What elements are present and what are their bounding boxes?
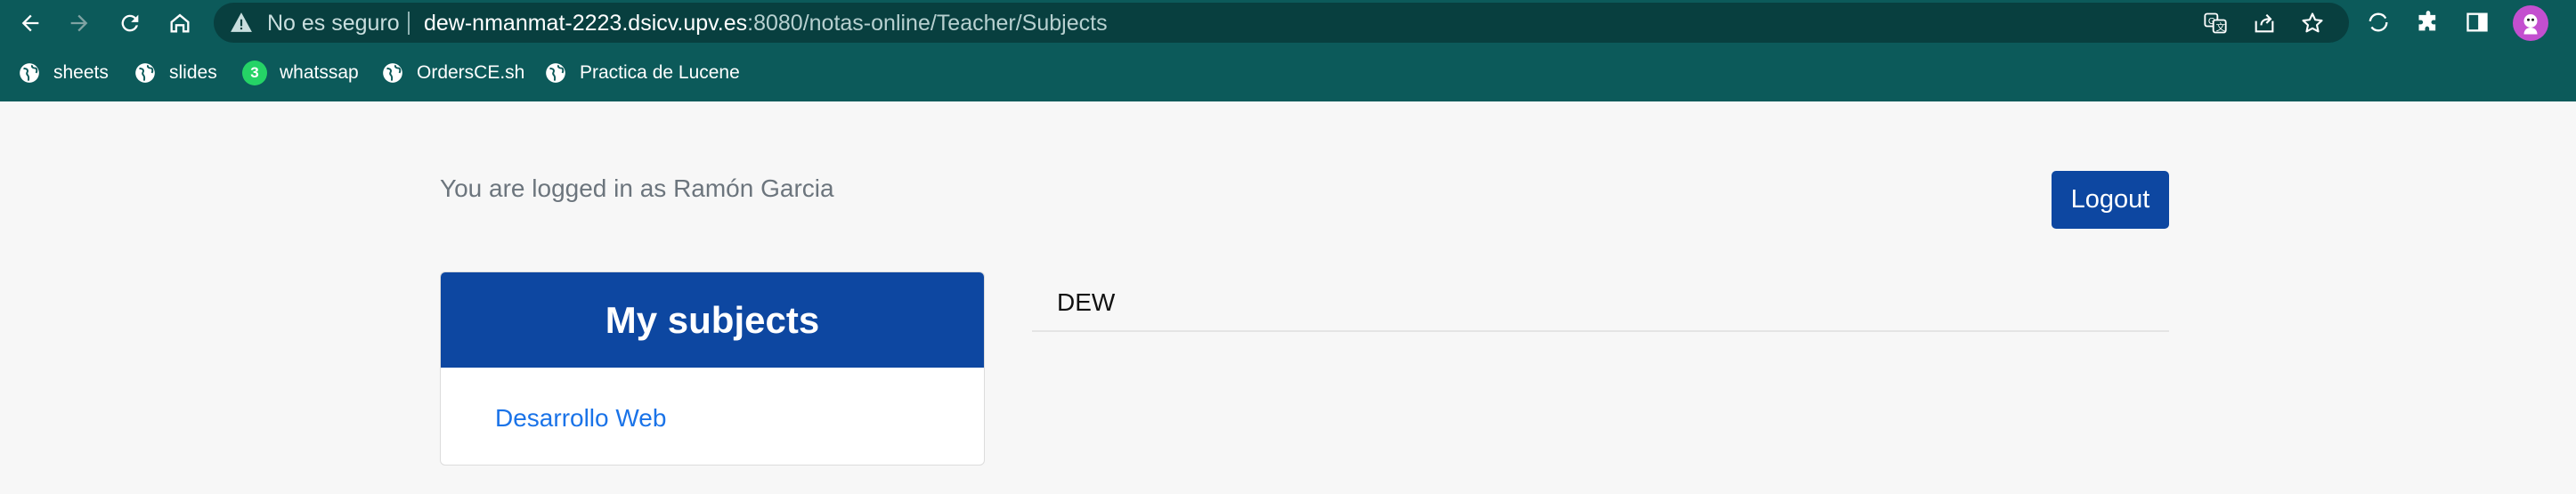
globe-icon — [134, 61, 157, 85]
reload-icon[interactable] — [114, 7, 146, 39]
bookmark-sheets[interactable]: sheets — [18, 59, 109, 87]
tab-dew[interactable]: DEW — [1057, 288, 1115, 317]
browser-toolbar: No es seguro dew-nmanmat-2223.dsicv.upv.… — [0, 0, 2576, 101]
url-host: dew-nmanmat-2223.dsicv.upv.es — [424, 11, 748, 36]
sync-icon[interactable] — [2364, 8, 2393, 36]
address-bar[interactable]: No es seguro dew-nmanmat-2223.dsicv.upv.… — [214, 3, 2349, 43]
bookmark-slides[interactable]: slides — [134, 59, 217, 87]
url-path: :8080/notas-online/Teacher/Subjects — [747, 11, 1108, 36]
whatsapp-icon: 3 — [242, 61, 267, 85]
subject-link-desarrollo-web[interactable]: Desarrollo Web — [495, 404, 666, 433]
home-icon[interactable] — [164, 7, 196, 39]
extensions-icon[interactable] — [2414, 8, 2442, 36]
url-text[interactable]: dew-nmanmat-2223.dsicv.upv.es:8080/notas… — [424, 11, 1108, 36]
warning-icon[interactable] — [230, 12, 253, 33]
tab-divider — [1032, 330, 2169, 332]
translate-icon[interactable]: G文 — [2202, 10, 2229, 36]
security-label[interactable]: No es seguro — [267, 11, 400, 36]
logout-button[interactable]: Logout — [2052, 171, 2169, 229]
bookmark-label: Practica de Lucene — [580, 62, 740, 83]
bookmark-ordersce[interactable]: OrdersCE.sh — [381, 59, 524, 87]
address-divider — [408, 12, 410, 35]
globe-icon — [544, 61, 567, 85]
card-title: My subjects — [441, 272, 984, 368]
bookmark-label: OrdersCE.sh — [417, 62, 525, 83]
side-panel-icon[interactable] — [2463, 8, 2491, 36]
globe-icon — [381, 61, 404, 85]
star-icon[interactable] — [2299, 10, 2326, 36]
globe-icon — [18, 61, 41, 85]
logged-in-status: You are logged in as Ramón Garcia — [440, 174, 834, 202]
forward-icon[interactable] — [63, 7, 95, 39]
subjects-card: My subjects Desarrollo Web — [440, 271, 985, 466]
bookmark-whatssap[interactable]: 3 whatssap — [242, 59, 359, 87]
profile-avatar[interactable] — [2513, 5, 2548, 41]
bookmark-label: slides — [169, 62, 217, 83]
bookmark-label: sheets — [53, 62, 109, 83]
bookmark-practica-lucene[interactable]: Practica de Lucene — [544, 59, 740, 87]
back-icon[interactable] — [14, 7, 46, 39]
svg-text:文: 文 — [2216, 21, 2226, 33]
bookmark-label: whatssap — [280, 62, 359, 83]
bookmarks-bar: sheets slides 3 whatssap OrdersCE.sh Pra… — [0, 53, 2576, 93]
share-icon[interactable] — [2251, 10, 2278, 36]
